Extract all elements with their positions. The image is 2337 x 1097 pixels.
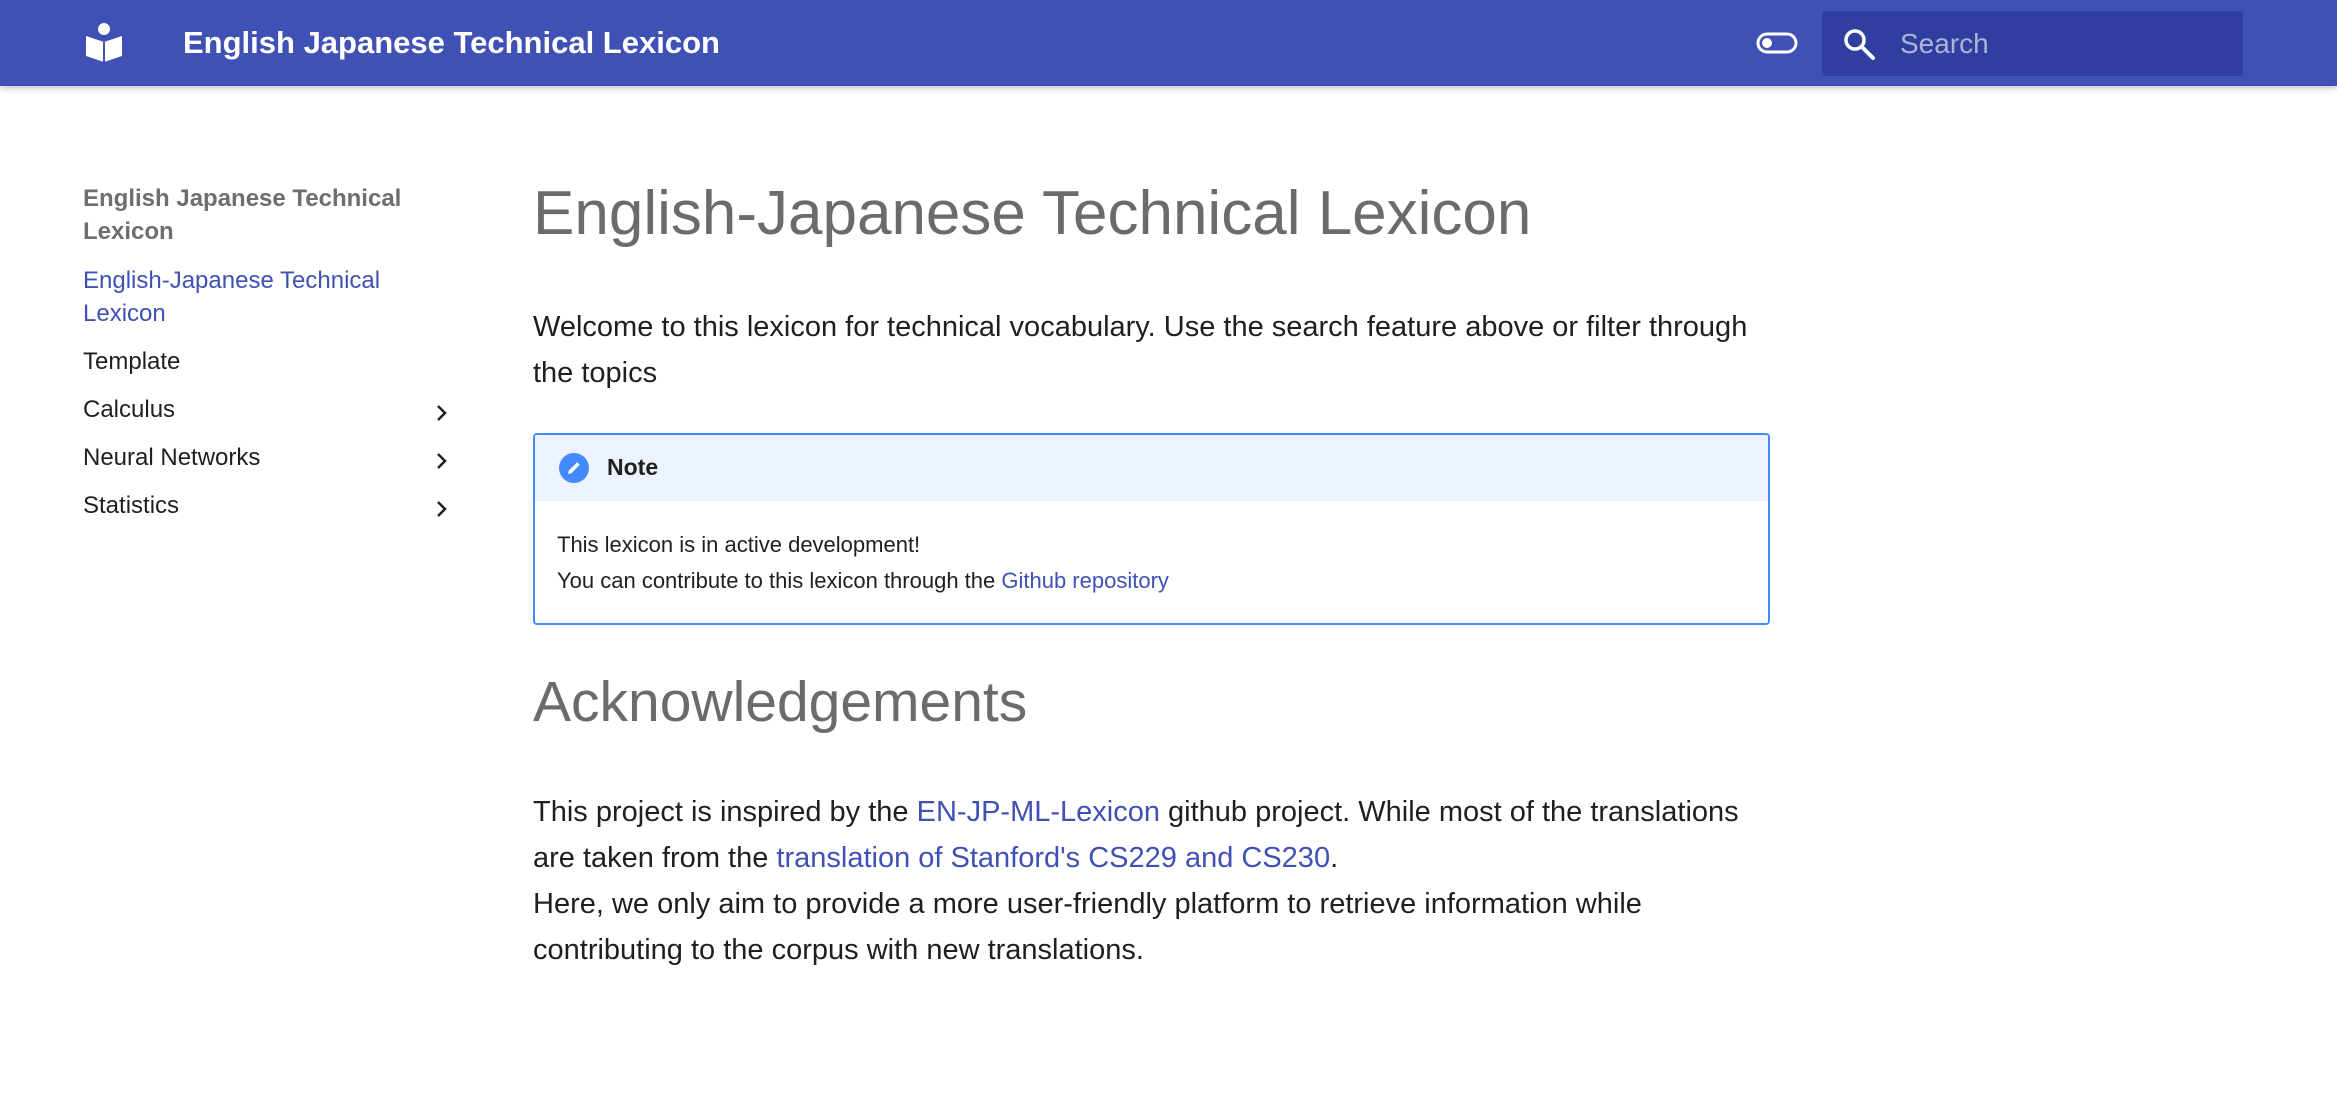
sidebar-item-label: Calculus [83,396,176,423]
sidebar-title: English Japanese Technical Lexicon [83,185,402,245]
acknowledgements-heading: Acknowledgements [533,670,1028,734]
sidebar-item-template[interactable]: Template [83,345,463,378]
en-jp-ml-lexicon-link[interactable]: EN-JP-ML-Lexicon [917,796,1160,828]
pencil-icon [559,453,589,483]
ack-text: . [1330,842,1339,874]
sidebar-item-label: Statistics [83,492,180,519]
top-header: English Japanese Technical Lexicon [0,0,2337,86]
note-title: Note [607,454,659,480]
page-title: English-Japanese Technical Lexicon [533,179,1532,248]
sidebar-item-label: Neural Networks [83,444,261,471]
sidebar-item-neural-networks[interactable]: Neural Networks [83,441,463,474]
sidebar-item-calculus[interactable]: Calculus [83,393,463,426]
stanford-translation-link[interactable]: translation of Stanford's CS229 and CS23… [776,842,1330,874]
note-line-2: You can contribute to this lexicon throu… [557,563,1746,599]
book-reader-icon[interactable] [84,22,124,62]
chevron-right-icon[interactable] [432,447,452,469]
chevron-right-icon[interactable] [432,495,452,517]
main-content: English-Japanese Technical Lexicon Welco… [533,170,1773,973]
note-title-bar: Note [535,435,1768,501]
note-line-1: This lexicon is in active development! [557,532,921,557]
note-line-2-text: You can contribute to this lexicon throu… [557,568,1002,593]
ack-text-2: Here, we only aim to provide a more user… [533,888,1642,966]
github-repository-link[interactable]: Github repository [1001,568,1169,593]
chevron-right-icon[interactable] [432,399,452,421]
sidebar-nav: English Japanese Technical Lexicon Engli… [83,182,463,537]
search-input[interactable] [1900,11,2230,76]
note-body: This lexicon is in active development! Y… [535,501,1768,623]
acknowledgements-paragraph: This project is inspired by the EN-JP-ML… [533,789,1773,973]
search-box[interactable] [1822,11,2243,76]
sidebar-item-label: English-Japanese Technical Lexicon [83,267,381,327]
search-icon[interactable] [1842,27,1876,61]
intro-paragraph: Welcome to this lexicon for technical vo… [533,311,1748,389]
sidebar-item-statistics[interactable]: Statistics [83,489,463,522]
sidebar-item-home[interactable]: English-Japanese Technical Lexicon [83,264,463,330]
site-title[interactable]: English Japanese Technical Lexicon [183,23,720,63]
ack-text: This project is inspired by the [533,796,917,828]
theme-toggle-icon[interactable] [1755,27,1799,59]
note-admonition: Note This lexicon is in active developme… [533,433,1770,625]
sidebar-item-label: Template [83,348,181,375]
